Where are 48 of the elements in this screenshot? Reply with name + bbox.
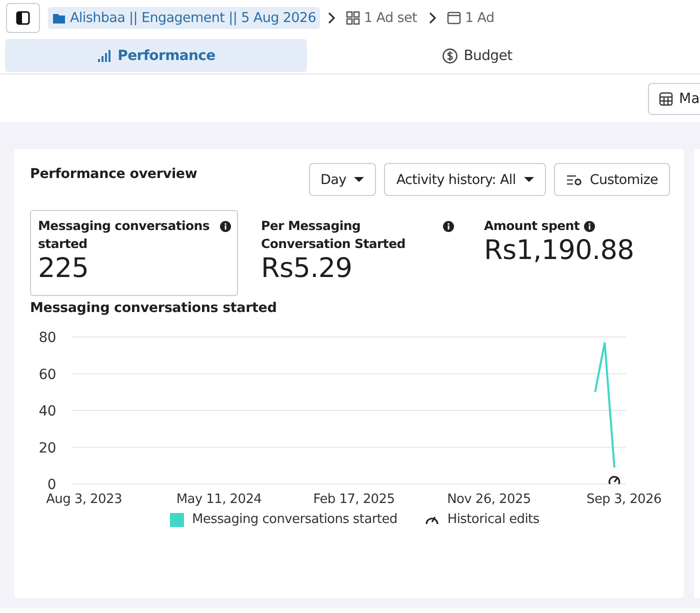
- tab[interactable]: Performance: [5, 39, 307, 72]
- customize-button[interactable]: Customize: [554, 163, 670, 196]
- caret-icon: [524, 177, 534, 182]
- info-icon: [443, 221, 454, 232]
- metric-label: Per Messaging Conversation Started: [261, 217, 406, 253]
- metric-label: Messaging conversations started: [38, 217, 211, 253]
- breadcrumb-link[interactable]: 1 Ad: [442, 7, 498, 29]
- toolbar-button[interactable]: Ma: [648, 83, 700, 115]
- table-icon: [659, 92, 673, 106]
- axis-tick-label: May 11, 2024: [176, 492, 262, 507]
- metric-value: 225: [38, 253, 90, 284]
- metric-value: Rs5.29: [261, 253, 354, 284]
- metric-label: Amount spent: [484, 217, 580, 235]
- info-icon: [584, 221, 595, 232]
- chevron-right-icon: [326, 12, 336, 24]
- axis-tick-label: Nov 26, 2025: [447, 492, 531, 507]
- axis-tick-label: Sep 3, 2026: [586, 492, 662, 507]
- axis-tick-label: 40: [38, 404, 56, 420]
- dollar-coin-icon: [442, 48, 458, 64]
- axis-tick-label: 60: [38, 366, 56, 383]
- axis-tick-label: 80: [38, 330, 56, 346]
- gauge-icon: [608, 476, 620, 484]
- metric-card[interactable]: Messaging conversations started 225: [30, 210, 238, 296]
- axis-tick-label: Feb 17, 2025: [313, 492, 395, 507]
- axis-tick-label: 20: [38, 440, 56, 456]
- sidebar-icon: [16, 11, 30, 25]
- dropdown-button[interactable]: Day: [308, 163, 376, 196]
- card-title: Performance overview: [30, 166, 198, 182]
- metric-value: Rs1,190.88: [484, 235, 636, 266]
- metric-card[interactable]: Amount spent Rs1,190.88: [476, 210, 646, 296]
- grid-icon: [346, 11, 360, 25]
- window-icon: [446, 11, 461, 25]
- metric-card[interactable]: Per Messaging Conversation Started Rs5.29: [253, 210, 461, 296]
- chevron-right-icon: [426, 12, 437, 24]
- bar-chart-icon: [96, 48, 112, 62]
- caret-icon: [354, 177, 364, 182]
- axis-tick-label: 0: [47, 477, 56, 493]
- tab[interactable]: Budget: [307, 39, 647, 72]
- sidebar-toggle-button[interactable]: [6, 3, 40, 33]
- breadcrumb-link[interactable]: Alishbaa || Engagement || 5 Aug 2026: [48, 7, 320, 29]
- folder-icon: [52, 11, 66, 25]
- axis-tick-label: Aug 3, 2023: [46, 492, 122, 507]
- legend-label: Historical edits: [447, 512, 540, 527]
- breadcrumb-link[interactable]: 1 Ad set: [342, 7, 421, 29]
- info-icon: [220, 221, 231, 232]
- dropdown-button[interactable]: Activity history: All: [384, 163, 546, 196]
- chart-title: Messaging conversations started: [30, 300, 278, 316]
- legend-label: Messaging conversations started: [192, 512, 398, 527]
